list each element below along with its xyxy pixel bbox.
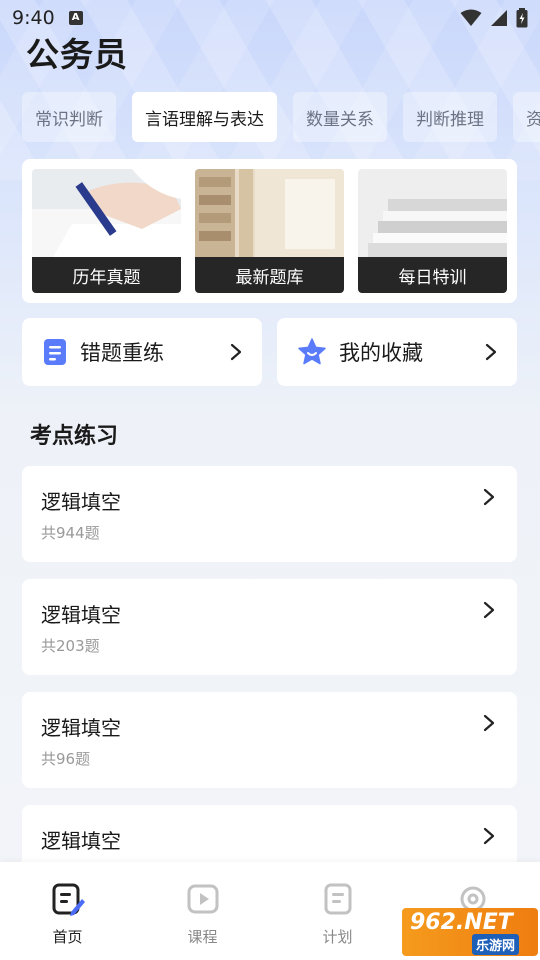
edit-note-icon bbox=[52, 883, 85, 916]
nav-label: 首页 bbox=[52, 928, 83, 946]
quick-actions: 错题重练 我的收藏 bbox=[22, 318, 517, 386]
writing-hand-photo bbox=[32, 169, 181, 259]
watermark-logo: 962.NET 乐游网 bbox=[402, 908, 538, 956]
signal-icon bbox=[491, 10, 507, 26]
nav-home[interactable]: 首页 bbox=[0, 862, 135, 960]
feature-label: 每日特训 bbox=[358, 257, 507, 293]
nav-courses[interactable]: 课程 bbox=[135, 862, 270, 960]
item-title: 逻辑填空 bbox=[41, 716, 121, 740]
feature-card: 历年真题 最新题库 每日特训 bbox=[22, 159, 517, 303]
item-count: 共944题 bbox=[41, 524, 100, 542]
star-icon bbox=[298, 338, 326, 365]
list-item[interactable]: 逻辑填空 共944题 bbox=[22, 466, 517, 562]
section-title: 考点练习 bbox=[30, 424, 119, 449]
chevron-right-icon bbox=[230, 343, 242, 361]
feature-label: 最新题库 bbox=[195, 257, 344, 293]
nav-label: 课程 bbox=[187, 928, 218, 946]
wrong-questions-button[interactable]: 错题重练 bbox=[22, 318, 262, 386]
status-icons bbox=[460, 8, 528, 28]
document-list-icon bbox=[324, 883, 351, 915]
status-time: 9:40 bbox=[12, 7, 55, 29]
battery-icon bbox=[516, 8, 528, 28]
page-title: 公务员 bbox=[26, 35, 128, 74]
feature-latest-bank[interactable]: 最新题库 bbox=[195, 169, 344, 293]
document-icon bbox=[44, 339, 66, 365]
nav-label: 计划 bbox=[322, 928, 353, 946]
chevron-right-icon bbox=[483, 601, 495, 619]
favorites-button[interactable]: 我的收藏 bbox=[277, 318, 517, 386]
watermark-bottom-text: 乐游网 bbox=[472, 934, 520, 955]
chevron-right-icon bbox=[483, 488, 495, 506]
category-tabs: 常识判断 言语理解与表达 数量关系 判断推理 资 bbox=[22, 92, 540, 142]
tab-reasoning[interactable]: 判断推理 bbox=[403, 92, 497, 142]
nav-plan[interactable]: 计划 bbox=[270, 862, 405, 960]
notification-icon: A bbox=[68, 11, 83, 25]
item-count: 共203题 bbox=[41, 637, 100, 655]
quick-action-label: 我的收藏 bbox=[339, 341, 423, 365]
wifi-icon bbox=[460, 9, 482, 26]
item-count: 共96题 bbox=[41, 750, 91, 768]
tab-label: 言语理解与表达 bbox=[145, 109, 264, 130]
book-stack-photo bbox=[358, 169, 507, 259]
item-title: 逻辑填空 bbox=[41, 603, 121, 627]
chevron-right-icon bbox=[485, 343, 497, 361]
tab-quantitative[interactable]: 数量关系 bbox=[293, 92, 387, 142]
practice-list: 逻辑填空 共944题 逻辑填空 共203题 逻辑填空 共96题 逻辑填空 bbox=[22, 466, 517, 918]
watermark-top-text: 962.NET bbox=[410, 910, 513, 935]
feature-label: 历年真题 bbox=[32, 257, 181, 293]
list-item[interactable]: 逻辑填空 共203题 bbox=[22, 579, 517, 675]
feature-past-exams[interactable]: 历年真题 bbox=[32, 169, 181, 293]
item-title: 逻辑填空 bbox=[41, 490, 121, 514]
tab-label: 常识判断 bbox=[35, 109, 103, 130]
tab-data-analysis[interactable]: 资 bbox=[513, 92, 540, 142]
list-item[interactable]: 逻辑填空 共96题 bbox=[22, 692, 517, 788]
chevron-right-icon bbox=[483, 714, 495, 732]
tab-label: 资 bbox=[526, 109, 540, 130]
chevron-right-icon bbox=[483, 827, 495, 845]
play-icon bbox=[187, 884, 218, 914]
tab-common-sense[interactable]: 常识判断 bbox=[22, 92, 116, 142]
quick-action-label: 错题重练 bbox=[80, 341, 164, 365]
tab-label: 数量关系 bbox=[306, 109, 374, 130]
library-shelves-photo bbox=[195, 169, 344, 259]
feature-daily-training[interactable]: 每日特训 bbox=[358, 169, 507, 293]
tab-label: 判断推理 bbox=[416, 109, 484, 130]
tab-verbal-comprehension[interactable]: 言语理解与表达 bbox=[132, 92, 277, 142]
item-title: 逻辑填空 bbox=[41, 829, 121, 853]
